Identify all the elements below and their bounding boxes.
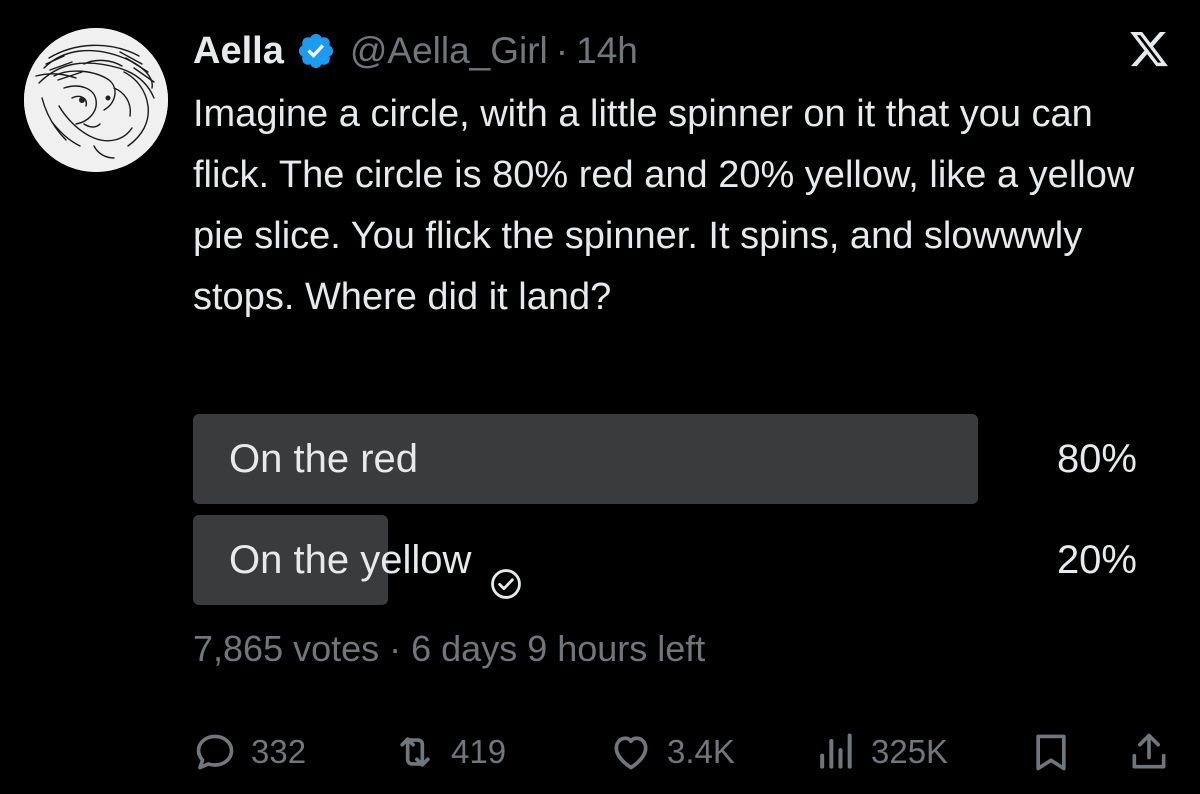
poll-option-red[interactable]: On the red 80% [193,414,1155,504]
poll-option-label: On the red [229,437,419,481]
author-name[interactable]: Aella [193,30,284,73]
action-bar: 332 419 3.4K 325K [193,724,1175,780]
author-handle[interactable]: @Aella_Girl [350,30,548,72]
poll-option-label: On the yellow [229,538,472,582]
like-button[interactable]: 3.4K [609,724,735,780]
view-count: 325K [871,733,949,770]
share-button[interactable] [1127,724,1171,780]
views-button[interactable]: 325K [813,724,948,780]
tweet-header: Aella @Aella_Girl · 14h [193,26,638,76]
reply-button[interactable]: 332 [193,724,306,780]
timestamp[interactable]: 14h [576,30,638,72]
verified-badge-icon [296,31,336,71]
repost-icon [400,737,430,767]
poll-option-label-wrap: On the yellow [229,515,523,605]
share-icon [1132,733,1166,769]
views-icon [820,733,852,769]
poll-option-label-wrap: On the red [229,414,418,504]
x-logo-icon[interactable] [1128,28,1170,70]
repost-button[interactable]: 419 [393,724,506,780]
repost-count: 419 [451,733,507,770]
check-circle-icon [489,543,523,599]
poll-option-percent: 80% [1056,437,1137,481]
poll: On the red 80% On the yellow 20% [193,414,1155,616]
poll-meta: 7,865 votes · 6 days 9 hours left [193,628,706,669]
like-count: 3.4K [667,733,735,770]
avatar[interactable] [24,28,168,172]
poll-option-percent: 20% [1056,538,1137,582]
heart-icon [614,736,648,770]
bookmark-button[interactable] [1029,724,1073,780]
avatar-sketch-image [24,28,168,172]
reply-icon [196,734,234,770]
reply-count: 332 [251,733,307,770]
tweet-text: Imagine a circle, with a little spinner … [193,93,1135,318]
separator-dot: · [555,30,569,71]
bookmark-icon [1036,734,1066,771]
poll-option-yellow[interactable]: On the yellow 20% [193,515,1155,605]
